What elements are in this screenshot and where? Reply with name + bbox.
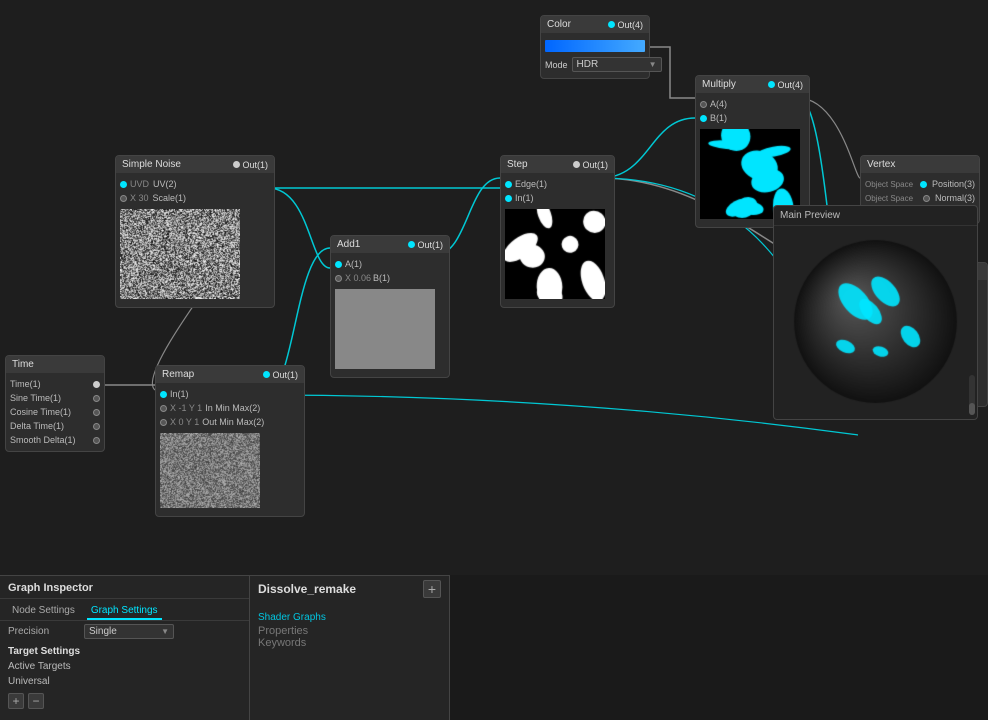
color-node-body: Mode HDR ▼: [541, 33, 649, 78]
shader-graph-panel: Dissolve_remake + Shader Graphs Properti…: [250, 575, 450, 720]
vertex-header: Vertex: [861, 156, 979, 173]
simple-noise-header: Simple Noise Out(1): [116, 156, 274, 173]
sphere-preview: [783, 229, 968, 414]
color-bar[interactable]: [545, 40, 645, 52]
mode-row: Mode HDR ▼: [541, 55, 649, 74]
simple-noise-node: Simple Noise Out(1) UVD UV(2) X 30 Scale…: [115, 155, 275, 308]
node-settings-tab[interactable]: Node Settings: [8, 603, 79, 620]
scale-row: X 30 Scale(1): [116, 191, 274, 205]
shader-title: Dissolve_remake: [258, 582, 441, 596]
active-targets-label: Active Targets: [0, 659, 249, 674]
noise-preview: [120, 209, 240, 299]
graph-inspector-panel: Graph Inspector Node Settings Graph Sett…: [0, 575, 250, 720]
mode-dropdown[interactable]: HDR ▼: [572, 57, 662, 72]
color-out-port: [608, 21, 615, 28]
preview-title: Main Preview: [774, 206, 977, 226]
step-preview: [505, 209, 605, 299]
sphere-container: [774, 226, 977, 417]
shader-graphs-item[interactable]: Shader Graphs: [258, 610, 441, 625]
remap-node: Remap Out(1) In(1) X -1 Y 1 In Min Max(2…: [155, 365, 305, 517]
precision-dropdown[interactable]: Single ▼: [84, 624, 174, 639]
color-node: Color Out(4) Mode HDR ▼: [540, 15, 650, 79]
inspector-tabs: Node Settings Graph Settings: [0, 599, 249, 621]
remap-header: Remap Out(1): [156, 366, 304, 383]
add-target-button[interactable]: +: [8, 693, 24, 709]
step-header: Step Out(1): [501, 156, 614, 173]
add-remove-buttons: + −: [0, 689, 249, 713]
add-node: Add1 Out(1) A(1) X 0.06 B(1): [330, 235, 450, 378]
target-settings-header: Target Settings: [0, 642, 249, 659]
uv-in-port: [120, 181, 127, 188]
shader-graph-canvas[interactable]: Color Out(4) Mode HDR ▼ Simple Noise Out…: [0, 0, 988, 575]
time-node: Time Time(1) Sine Time(1) Cosine Time(1)…: [5, 355, 105, 452]
add-header: Add1 Out(1): [331, 236, 449, 253]
remove-target-button[interactable]: −: [28, 693, 44, 709]
noise-out-port: [233, 161, 240, 168]
scroll-thumb: [969, 403, 975, 415]
precision-label: Precision: [8, 626, 78, 637]
precision-row: Precision Single ▼: [0, 621, 249, 642]
graph-settings-tab[interactable]: Graph Settings: [87, 603, 162, 620]
remap-preview: [160, 433, 260, 508]
color-node-header: Color Out(4): [541, 16, 649, 33]
scroll-indicator: [969, 375, 975, 415]
properties-item[interactable]: Properties: [258, 625, 441, 637]
keywords-item[interactable]: Keywords: [258, 637, 441, 649]
shader-panel-header: Dissolve_remake +: [250, 576, 449, 606]
multiply-header: Multiply Out(4): [696, 76, 809, 93]
scale-in-port: [120, 195, 127, 202]
main-preview-panel: Main Preview: [773, 205, 978, 420]
simple-noise-body: UVD UV(2) X 30 Scale(1): [116, 173, 274, 307]
time-header: Time: [6, 356, 104, 373]
add-preview: [335, 289, 435, 369]
step-node: Step Out(1) Edge(1) In(1): [500, 155, 615, 308]
uv-row: UVD UV(2): [116, 177, 274, 191]
add-shader-button[interactable]: +: [423, 580, 441, 598]
inspector-title: Graph Inspector: [0, 576, 249, 599]
time-body: Time(1) Sine Time(1) Cosine Time(1) Delt…: [6, 373, 104, 451]
shader-panel-body: Shader Graphs Properties Keywords: [250, 606, 449, 653]
universal-label: Universal: [0, 674, 249, 689]
